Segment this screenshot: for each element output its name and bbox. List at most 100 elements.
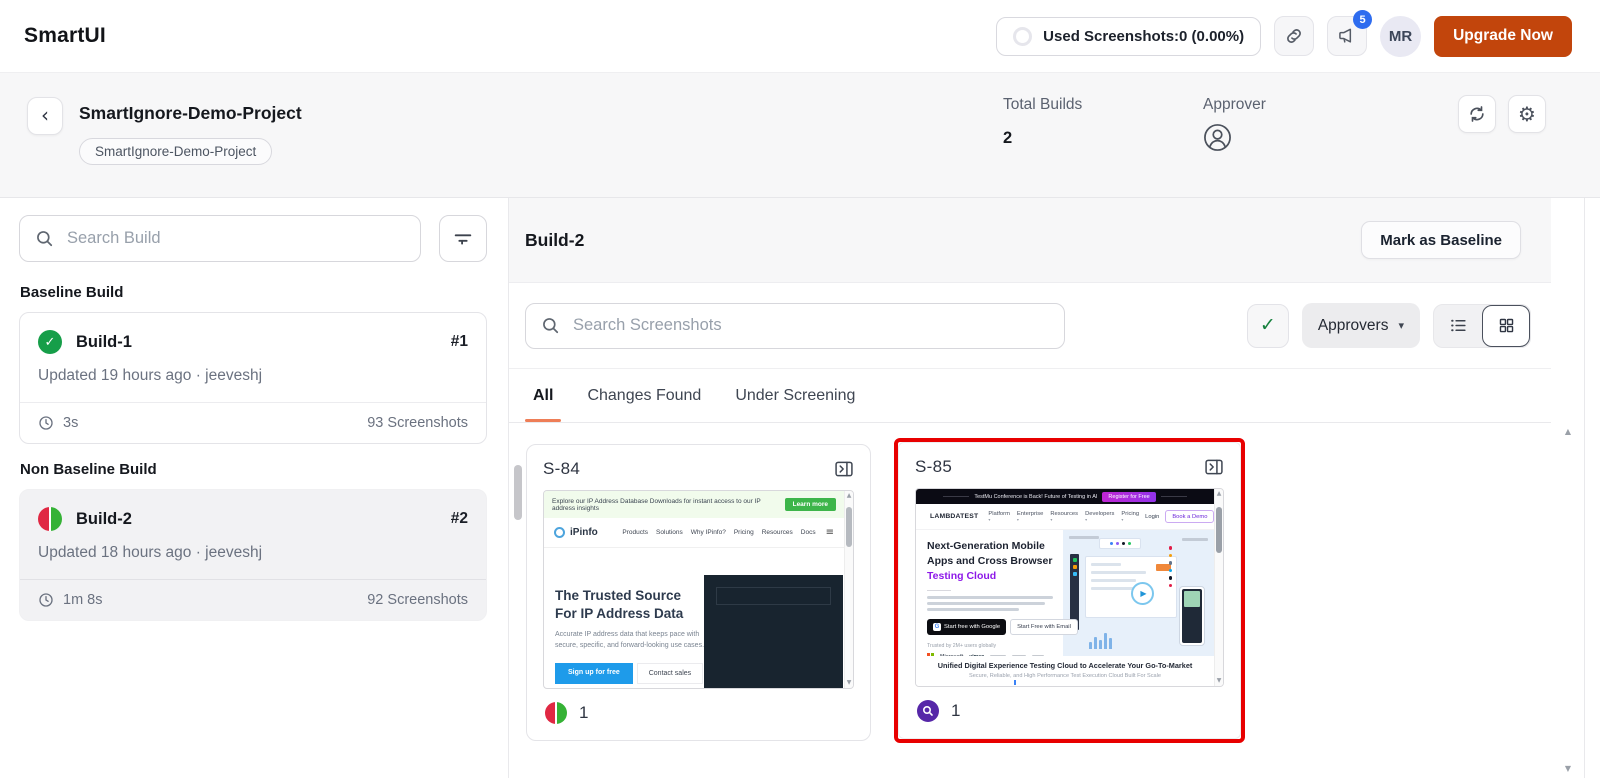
approved-check-icon: ✓ <box>38 330 62 354</box>
ipinfo-learn-more-button: Learn more <box>784 498 836 511</box>
build-detail-inner: Build-2 Mark as Baseline ✓ <box>509 198 1551 743</box>
screenshot-id: S-84 <box>543 459 581 478</box>
settings-button[interactable]: ⚙ <box>1508 95 1546 133</box>
scroll-down-icon: ▼ <box>846 679 852 686</box>
screenshots-toolbar: ✓ Approvers ▾ <box>509 283 1551 369</box>
scroll-up-icon: ▲ <box>846 492 852 499</box>
back-button[interactable]: ‹ <box>27 97 63 135</box>
nav-link: Developers <box>1085 511 1114 523</box>
lambdatest-logo-text: LAMBDATEST <box>930 513 979 520</box>
baseline-section-label: Baseline Build <box>20 284 124 301</box>
refresh-icon <box>1467 104 1487 124</box>
nav-link: Solutions <box>656 529 683 536</box>
card-header: S-84 <box>543 459 854 479</box>
register-button: Register for Free <box>1102 491 1156 502</box>
used-screenshots-pill[interactable]: Used Screenshots:0 (0.00%) <box>996 16 1262 56</box>
login-link: Login <box>1145 513 1160 520</box>
user-avatar[interactable]: MR <box>1380 15 1422 57</box>
total-builds-value: 2 <box>1003 129 1013 147</box>
build-card-footer: 1m 8s 92 Screenshots <box>20 579 486 620</box>
screenshot-card-s84[interactable]: S-84 Explore our IP Address Database Dow… <box>526 444 871 741</box>
approver-avatar-icon[interactable] <box>1203 123 1266 152</box>
lambdatest-announcement-bar: TestMu Conference is Back! Future of Tes… <box>916 489 1214 504</box>
approvers-dropdown[interactable]: Approvers ▾ <box>1301 303 1420 348</box>
build-search-input[interactable] <box>67 229 405 248</box>
build-search-box[interactable] <box>19 215 421 262</box>
screenshot-search-input[interactable] <box>573 316 1049 335</box>
build-number: #2 <box>450 510 468 527</box>
screenshot-thumbnail-lambdatest[interactable]: TestMu Conference is Back! Future of Tes… <box>915 488 1224 687</box>
project-header-band: ‹ SmartIgnore-Demo-Project SmartIgnore-D… <box>0 72 1600 198</box>
card-footer: 1 <box>915 687 1224 726</box>
ipinfo-heading-line2: For IP Address Data <box>555 605 684 621</box>
text-skeleton-line <box>927 596 1053 600</box>
grid-view-button[interactable] <box>1482 304 1530 347</box>
nav-link: Resources <box>1050 511 1078 523</box>
tab-under-screening[interactable]: Under Screening <box>735 369 855 422</box>
label-smudge <box>1182 538 1208 541</box>
main-scrollbar-thumb[interactable] <box>514 465 522 520</box>
mini-toolbar-graphic <box>1099 538 1141 549</box>
google-icon: G <box>933 623 941 632</box>
trusted-by-text: Trusted by 2M+ users globally <box>927 643 997 650</box>
scroll-up-icon[interactable]: ▲ <box>1565 428 1571 436</box>
selected-build-title: Build-2 <box>525 229 585 250</box>
list-view-button[interactable] <box>1434 305 1482 347</box>
open-panel-icon[interactable] <box>1204 457 1224 477</box>
chevron-left-icon: ‹ <box>41 102 49 127</box>
ipinfo-logo-text: iPinfo <box>570 527 598 538</box>
card-footer: 1 <box>543 689 854 728</box>
build-detail-panel: Build-2 Mark as Baseline ✓ <box>509 198 1600 778</box>
mini-dashboard-graphic <box>1085 556 1177 618</box>
scrollbar-thumb <box>846 507 852 547</box>
tab-changes-found[interactable]: Changes Found <box>587 369 701 422</box>
mini-dot-column <box>1168 546 1172 587</box>
build-card-head: ✓ Build-1 #1 <box>38 330 468 354</box>
grid-view-icon <box>1498 317 1515 334</box>
nav-link: Pricing <box>733 529 754 536</box>
scroll-container-edge <box>1584 198 1585 778</box>
ipinfo-contact-button: Contact sales <box>636 663 704 684</box>
scroll-down-icon[interactable]: ▼ <box>1565 765 1571 773</box>
nav-link: Docs <box>800 529 816 536</box>
chevron-down-icon: ▾ <box>1398 319 1404 332</box>
link-icon <box>1284 26 1304 46</box>
build-updated-text: Updated 19 hours ago · jeeveshj <box>38 367 263 384</box>
lt-bottom-heading: Unified Digital Experience Testing Cloud… <box>937 661 1193 670</box>
screenshot-search-box[interactable] <box>525 302 1065 349</box>
nav-link: Enterprise <box>1017 511 1043 523</box>
build-screenshot-count: 92 Screenshots <box>367 592 468 608</box>
filter-icon <box>452 228 474 250</box>
toolbar-right-actions: ✓ Approvers ▾ <box>1246 303 1531 348</box>
approve-all-button[interactable]: ✓ <box>1246 303 1289 348</box>
ipinfo-banner-text: Explore our IP Address Database Download… <box>552 497 761 512</box>
build-card-build-2[interactable]: Build-2 #2 Updated 18 hours ago · jeeves… <box>19 489 487 621</box>
open-panel-icon[interactable] <box>834 459 854 479</box>
lt-heading-line2: Apps and Cross Browser <box>927 554 1053 567</box>
refresh-button[interactable] <box>1458 95 1496 133</box>
project-actions: ⚙ <box>1458 95 1546 133</box>
screenshot-card-s85[interactable]: S-85 TestMu Conference is Back! Future o… <box>898 442 1241 739</box>
nav-link: Platform <box>988 511 1010 523</box>
tab-all[interactable]: All <box>524 369 563 422</box>
check-icon: ✓ <box>1259 314 1276 336</box>
search-icon <box>35 229 55 249</box>
screenshot-cards-grid: S-84 Explore our IP Address Database Dow… <box>509 423 1551 743</box>
announcements-button[interactable]: 5 <box>1327 10 1373 56</box>
screenshot-id: S-85 <box>915 457 953 476</box>
ipinfo-signup-button: Sign up for free <box>555 663 633 684</box>
view-toggle <box>1433 303 1531 348</box>
variant-count: 1 <box>951 701 961 720</box>
build-card-build-1[interactable]: ✓ Build-1 #1 Updated 19 hours ago · jeev… <box>19 312 487 444</box>
google-signup-button: G Start free with Google <box>927 619 1007 636</box>
lt-heading-line3: Testing Cloud <box>927 570 997 583</box>
total-builds-label: Total Builds <box>1003 96 1083 113</box>
text-skeleton-line <box>927 602 1045 606</box>
mark-as-baseline-button[interactable]: Mark as Baseline <box>1361 221 1521 259</box>
thumbnail-scrollbar: ▲ ▼ <box>1214 489 1223 686</box>
upgrade-now-button[interactable]: Upgrade Now <box>1434 15 1572 57</box>
link-button[interactable] <box>1274 16 1315 56</box>
build-filter-button[interactable] <box>439 215 487 262</box>
google-signup-label: Start free with Google <box>944 624 1001 631</box>
screenshot-thumbnail-ipinfo[interactable]: Explore our IP Address Database Download… <box>543 490 854 689</box>
